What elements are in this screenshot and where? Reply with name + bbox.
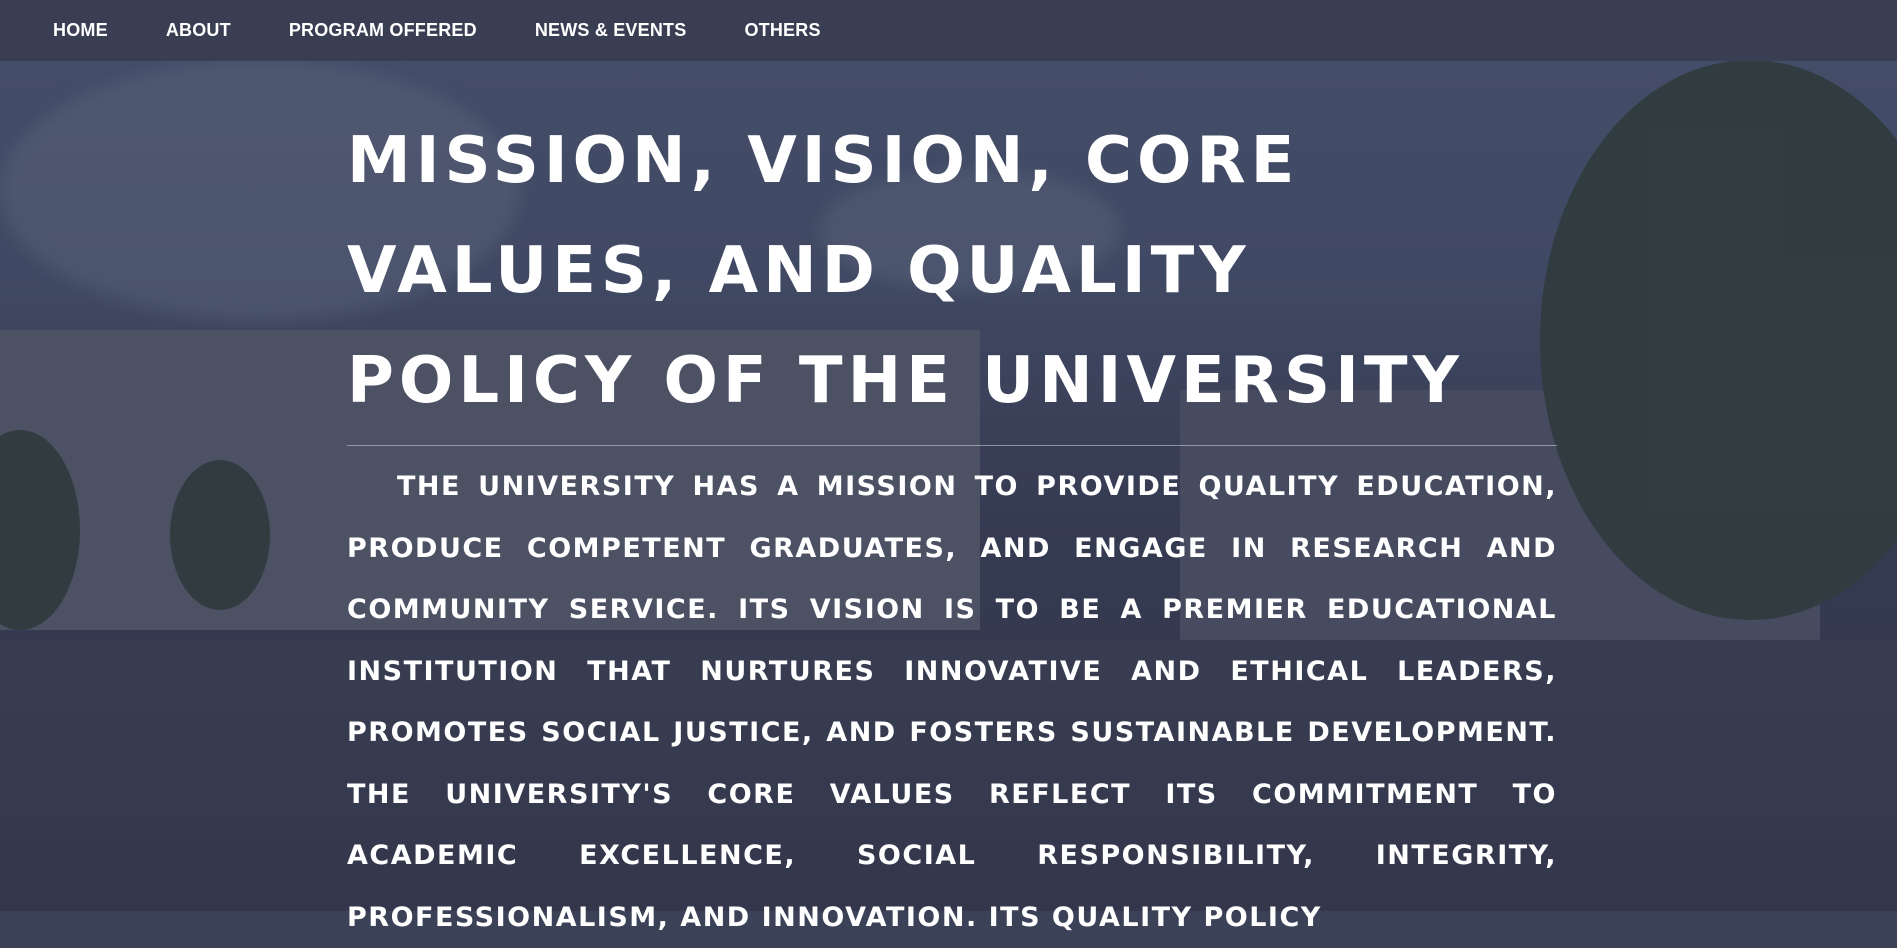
nav-program-offered[interactable]: PROGRAM OFFERED bbox=[289, 20, 477, 41]
nav-about[interactable]: ABOUT bbox=[166, 20, 231, 41]
top-navigation: HOME ABOUT PROGRAM OFFERED NEWS & EVENTS… bbox=[0, 0, 1897, 61]
nav-news-events[interactable]: NEWS & EVENTS bbox=[535, 20, 687, 41]
nav-home[interactable]: HOME bbox=[53, 20, 108, 41]
nav-others[interactable]: OTHERS bbox=[744, 20, 820, 41]
title-divider bbox=[347, 445, 1557, 446]
page-title: MISSION, VISION, CORE VALUES, AND QUALIT… bbox=[347, 124, 1464, 418]
mission-paragraph: THE UNIVERSITY HAS A MISSION TO PROVIDE … bbox=[347, 471, 1557, 933]
hero-content: MISSION, VISION, CORE VALUES, AND QUALIT… bbox=[347, 110, 1557, 948]
